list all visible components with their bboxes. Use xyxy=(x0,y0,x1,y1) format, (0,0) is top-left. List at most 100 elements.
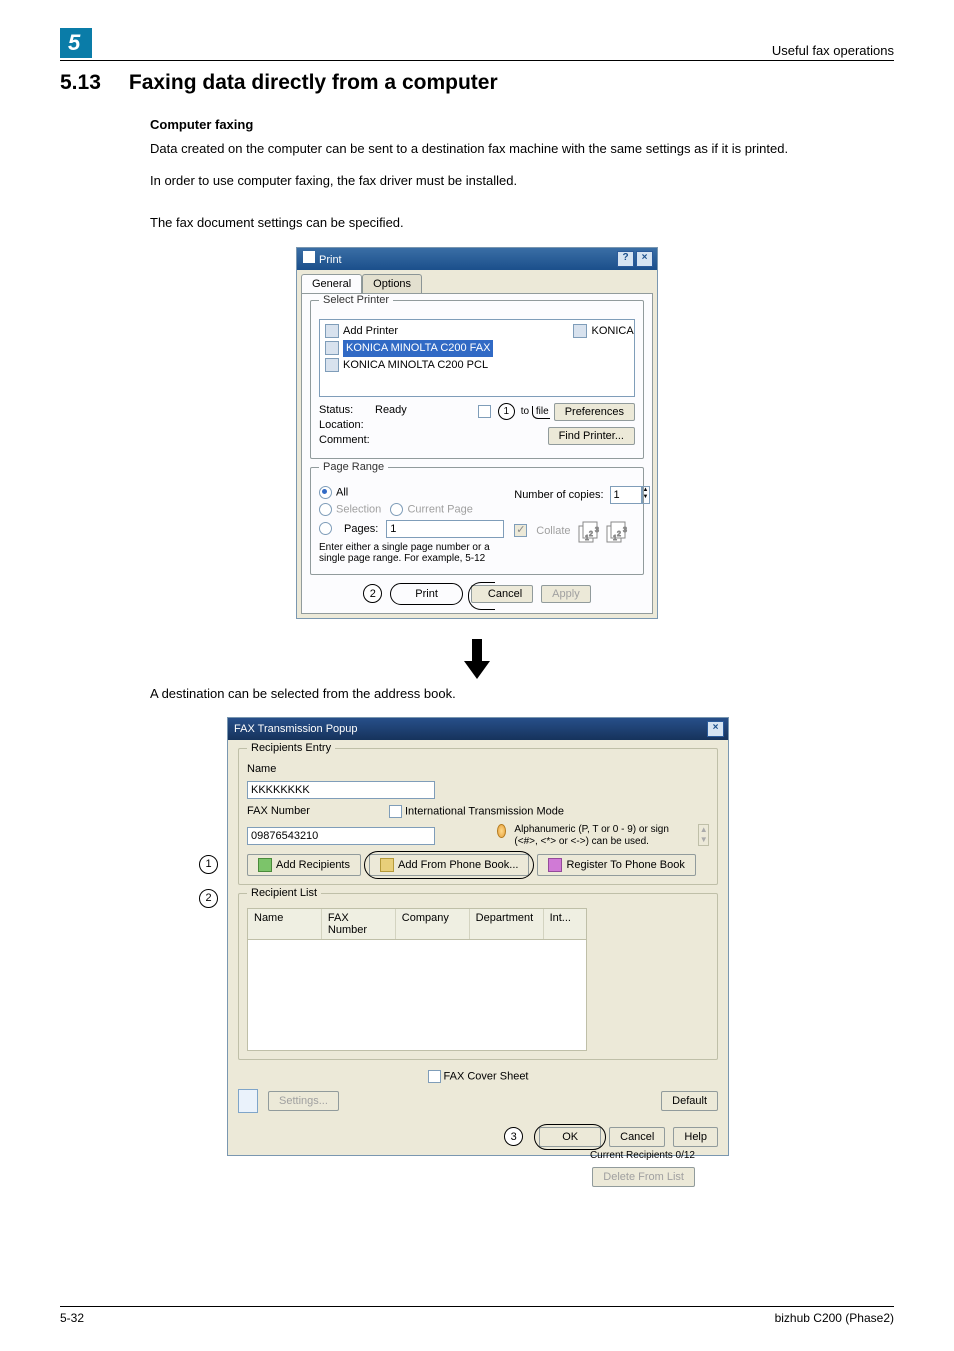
printer-item[interactable]: Add Printer xyxy=(325,323,493,340)
annotation-fax-3: 3 xyxy=(504,1127,523,1146)
name-input[interactable] xyxy=(247,781,435,799)
add-icon xyxy=(258,858,272,872)
cover-sheet-icon xyxy=(238,1089,258,1113)
paragraph-3: The fax document settings can be specifi… xyxy=(150,214,894,232)
group-page-range: Page Range All Selection Current Page Pa… xyxy=(310,467,644,575)
recipient-list-body[interactable] xyxy=(247,940,587,1051)
pages-input[interactable] xyxy=(386,520,504,538)
printer-list[interactable]: Add Printer KONICA MINOLTA C200 FAX KONI… xyxy=(319,319,635,397)
fax-number-label: FAX Number xyxy=(247,805,327,817)
hint-icon xyxy=(497,824,506,838)
section-heading: 5.13 Faxing data directly from a compute… xyxy=(60,71,894,95)
printer-status-block: Status:Ready Location: Comment: xyxy=(319,403,407,448)
printer-icon xyxy=(303,251,315,263)
location-label: Location: xyxy=(319,418,375,433)
add-recipients-button[interactable]: Add Recipients xyxy=(247,854,361,876)
printer-icon xyxy=(325,358,339,372)
down-arrow-icon xyxy=(457,639,497,679)
help-button[interactable]: ? xyxy=(617,251,634,267)
radio-current-page-label: Current Page xyxy=(407,503,472,515)
fax-number-hint: Alphanumeric (P, T or 0 - 9) or sign (<#… xyxy=(514,824,694,848)
annotation-fax-1: 1 xyxy=(199,855,218,874)
svg-text:2: 2 xyxy=(589,531,593,538)
recipient-list-header: Name FAX Number Company Department Int..… xyxy=(247,908,587,940)
cover-settings-button: Settings... xyxy=(268,1091,339,1111)
fax-number-input[interactable] xyxy=(247,827,435,845)
col-department[interactable]: Department xyxy=(470,909,544,939)
close-button[interactable]: × xyxy=(636,251,653,267)
footer-model: bizhub C200 (Phase2) xyxy=(775,1311,894,1325)
comment-label: Comment: xyxy=(319,433,375,448)
group-page-range-legend: Page Range xyxy=(319,461,388,473)
page-footer: 5-32 bizhub C200 (Phase2) xyxy=(60,1306,894,1325)
name-label: Name xyxy=(247,763,327,775)
register-to-phone-book-button[interactable]: Register To Phone Book xyxy=(537,854,695,876)
radio-all[interactable] xyxy=(319,486,332,499)
cancel-button[interactable]: Cancel xyxy=(471,585,533,603)
radio-selection xyxy=(319,503,332,516)
group-recipient-list: Recipient List Name FAX Number Company D… xyxy=(238,893,718,1060)
print-to-file-checkbox[interactable] xyxy=(478,405,491,418)
section-number: 5.13 xyxy=(60,71,101,95)
preferences-button[interactable]: Preferences xyxy=(554,403,635,421)
add-from-phone-book-button[interactable]: Add From Phone Book... xyxy=(369,854,529,876)
group-recipients-entry-legend: Recipients Entry xyxy=(247,742,335,754)
radio-pages[interactable] xyxy=(319,522,332,535)
printer-icon xyxy=(573,324,587,338)
collate-label: Collate xyxy=(536,525,570,537)
add-printer-icon xyxy=(325,324,339,338)
copies-input[interactable] xyxy=(610,486,642,504)
default-button[interactable]: Default xyxy=(661,1091,718,1111)
paragraph-1: Data created on the computer can be sent… xyxy=(150,140,894,158)
save-icon xyxy=(548,858,562,872)
collate-icon: 123123 xyxy=(577,518,631,544)
subheading-computer-faxing: Computer faxing xyxy=(150,117,894,132)
chapter-badge: 5 xyxy=(60,28,92,58)
fax-popup-titlebar[interactable]: FAX Transmission Popup × xyxy=(228,718,728,740)
col-intl[interactable]: Int... xyxy=(544,909,586,939)
group-select-printer-legend: Select Printer xyxy=(319,294,393,306)
help-button[interactable]: Help xyxy=(673,1127,718,1147)
radio-all-label: All xyxy=(336,486,348,498)
intl-mode-checkbox[interactable] xyxy=(389,805,402,818)
section-title: Faxing data directly from a computer xyxy=(129,71,498,95)
page-header: 5 Useful fax operations xyxy=(60,28,894,61)
svg-text:3: 3 xyxy=(623,527,627,534)
printer-item[interactable]: KONICA MINOLTA C200 PCL xyxy=(325,357,493,374)
close-button[interactable]: × xyxy=(707,721,724,737)
print-dialog-titlebar[interactable]: Print ? × xyxy=(297,248,657,270)
copies-stepper[interactable]: ▲▼ xyxy=(610,486,650,504)
printer-item[interactable]: KONICA MINOLTA C200 PS xyxy=(573,323,635,340)
col-company[interactable]: Company xyxy=(396,909,470,939)
cancel-button[interactable]: Cancel xyxy=(609,1127,665,1147)
fax-cover-sheet-label: FAX Cover Sheet xyxy=(444,1070,529,1082)
copies-label: Number of copies: xyxy=(514,489,603,501)
svg-text:2: 2 xyxy=(617,531,621,538)
footer-page-number: 5-32 xyxy=(60,1311,84,1325)
col-fax[interactable]: FAX Number xyxy=(322,909,396,939)
printer-icon xyxy=(325,341,339,355)
radio-current-page xyxy=(390,503,403,516)
status-label: Status: xyxy=(319,403,375,418)
print-dialog: Print ? × General Options Select Printer… xyxy=(296,247,658,619)
printer-item[interactable]: KONICA MINOLTA C200 FAX xyxy=(325,340,493,357)
apply-button: Apply xyxy=(541,585,591,603)
radio-pages-label: Pages: xyxy=(344,523,378,535)
fax-popup-title: FAX Transmission Popup xyxy=(234,723,358,735)
fax-cover-sheet-checkbox[interactable] xyxy=(428,1070,441,1083)
pages-hint: Enter either a single page number or a s… xyxy=(319,542,504,564)
print-button[interactable]: Print xyxy=(405,588,448,600)
print-to-file-label: to file xyxy=(521,406,550,417)
paragraph-2: In order to use computer faxing, the fax… xyxy=(150,172,894,190)
collate-checkbox: ✓ xyxy=(514,524,527,537)
print-dialog-title: Print xyxy=(319,254,342,266)
col-name[interactable]: Name xyxy=(248,909,322,939)
tab-general[interactable]: General xyxy=(301,274,362,293)
group-recipients-entry: Recipients Entry Name FAX Number Interna… xyxy=(238,748,718,885)
find-printer-button[interactable]: Find Printer... xyxy=(548,427,635,445)
status-value: Ready xyxy=(375,404,407,416)
tab-options[interactable]: Options xyxy=(362,274,422,293)
annotation-1: 1 xyxy=(498,403,515,420)
ok-button[interactable]: OK xyxy=(539,1127,601,1147)
annotation-fax-2: 2 xyxy=(199,889,218,908)
